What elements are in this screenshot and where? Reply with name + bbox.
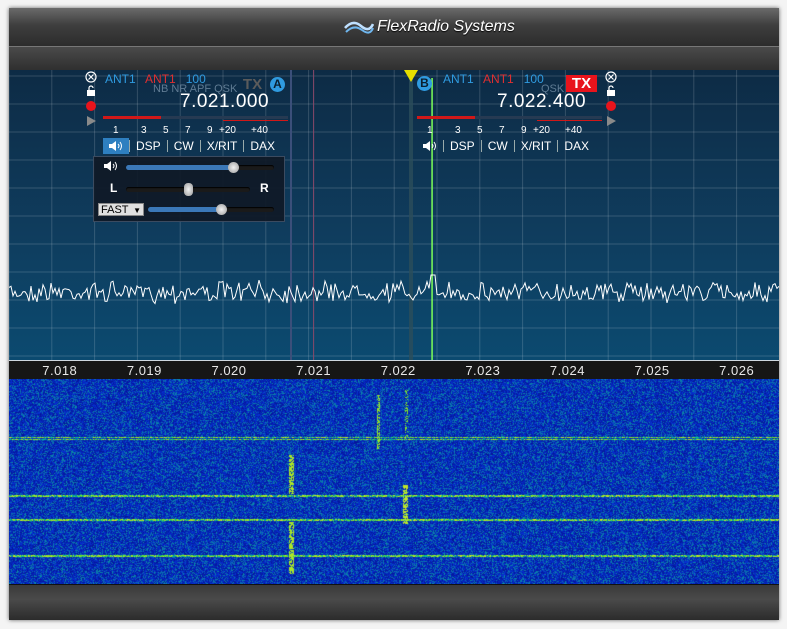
freq-tick-label: 7.018 bbox=[42, 363, 78, 378]
slice-a-flag[interactable]: ANT1 ANT1 100 NB NR APF QSK TX A 7.021.0… bbox=[83, 70, 293, 160]
tab-dax[interactable]: DAX bbox=[243, 140, 281, 152]
tab-cw[interactable]: CW bbox=[480, 140, 514, 152]
speaker-icon bbox=[423, 141, 436, 151]
status-bar bbox=[9, 584, 779, 620]
meter-scale-label: 5 bbox=[163, 125, 169, 136]
s-meter-over-scale bbox=[223, 120, 288, 121]
meter-scale-label: 7 bbox=[185, 125, 191, 136]
freq-tick-label: 7.024 bbox=[549, 363, 585, 378]
agc-mode-select[interactable]: FAST ▼ bbox=[98, 203, 144, 216]
freq-tick-label: 7.022 bbox=[380, 363, 416, 378]
s-meter-level bbox=[103, 116, 161, 119]
lock-icon[interactable] bbox=[85, 85, 97, 97]
audio-tab[interactable] bbox=[417, 138, 443, 154]
meter-scale-label: 9 bbox=[207, 125, 213, 136]
meter-scale-label: 3 bbox=[141, 125, 147, 136]
record-icon[interactable] bbox=[605, 100, 617, 112]
panadapter[interactable]: ANT1 ANT1 100 NB NR APF QSK TX A 7.021.0… bbox=[9, 70, 779, 360]
slice-b-flag[interactable]: B ANT1 ANT1 100 QSK TX 7.022.400 1 3 5 7… bbox=[413, 70, 623, 160]
meter-scale-label: 1 bbox=[113, 125, 119, 136]
speaker-icon[interactable] bbox=[103, 160, 119, 172]
rx-antenna[interactable]: ANT1 bbox=[443, 72, 474, 86]
frequency-scale[interactable]: 7.018 7.019 7.020 7.021 7.022 7.023 7.024 7.025… bbox=[9, 360, 779, 380]
meter-scale-label: 7 bbox=[499, 125, 505, 136]
meter-scale-label: +20 bbox=[219, 125, 236, 136]
slice-letter[interactable]: B bbox=[417, 76, 432, 91]
s-meter-level bbox=[417, 116, 475, 119]
close-icon[interactable] bbox=[85, 71, 97, 83]
frequency-readout[interactable]: 7.022.400 bbox=[497, 91, 586, 113]
speaker-icon bbox=[109, 141, 122, 151]
toolbar bbox=[9, 46, 779, 71]
frequency-readout[interactable]: 7.021.000 bbox=[180, 91, 269, 113]
volume-slider-fill bbox=[126, 165, 233, 170]
record-icon[interactable] bbox=[85, 100, 97, 112]
s-meter-scale: 1 3 5 7 9 +20 +40 bbox=[417, 125, 602, 137]
pan-slider-knob[interactable] bbox=[184, 183, 193, 196]
volume-slider-knob[interactable] bbox=[227, 162, 239, 173]
slice-tabs: DSP CW X/RIT DAX bbox=[103, 138, 281, 154]
tx-button[interactable]: TX bbox=[566, 75, 597, 92]
meter-scale-label: 5 bbox=[477, 125, 483, 136]
tab-dsp[interactable]: DSP bbox=[129, 140, 167, 152]
tab-xrit[interactable]: X/RIT bbox=[199, 140, 244, 152]
tab-cw[interactable]: CW bbox=[166, 140, 200, 152]
freq-tick-label: 7.023 bbox=[465, 363, 501, 378]
slice-tabs: DSP CW X/RIT DAX bbox=[417, 138, 595, 154]
freq-tick-label: 7.019 bbox=[126, 363, 162, 378]
audio-panel: L R FAST ▼ bbox=[93, 156, 285, 222]
audio-tab[interactable] bbox=[103, 138, 129, 154]
meter-scale-label: 3 bbox=[455, 125, 461, 136]
pan-left-label: L bbox=[110, 181, 118, 195]
tab-xrit[interactable]: X/RIT bbox=[513, 140, 558, 152]
agc-threshold-knob[interactable] bbox=[216, 204, 228, 215]
s-meter-over-scale bbox=[537, 120, 602, 121]
close-icon[interactable] bbox=[605, 71, 617, 83]
meter-scale-label: +40 bbox=[565, 125, 582, 136]
tx-antenna[interactable]: ANT1 bbox=[483, 72, 514, 86]
play-icon[interactable] bbox=[85, 115, 97, 127]
play-icon[interactable] bbox=[605, 115, 617, 127]
brand: FlexRadio Systems bbox=[344, 13, 515, 41]
meter-scale-label: +20 bbox=[533, 125, 550, 136]
s-meter-scale: 1 3 5 7 9 +20 +40 bbox=[103, 125, 288, 137]
freq-tick-label: 7.021 bbox=[296, 363, 332, 378]
lock-icon[interactable] bbox=[605, 85, 617, 97]
freq-tick-label: 7.026 bbox=[719, 363, 755, 378]
meter-scale-label: +40 bbox=[251, 125, 268, 136]
freq-tick-label: 7.025 bbox=[634, 363, 670, 378]
agc-threshold-fill bbox=[148, 207, 222, 212]
waterfall-display[interactable] bbox=[9, 379, 779, 584]
brand-name: FlexRadio Systems bbox=[377, 18, 515, 35]
slice-letter[interactable]: A bbox=[270, 77, 285, 92]
meter-scale-label: 9 bbox=[521, 125, 527, 136]
rx-antenna[interactable]: ANT1 bbox=[105, 72, 136, 86]
title-bar: FlexRadio Systems bbox=[9, 8, 779, 46]
meter-scale-label: 1 bbox=[427, 125, 433, 136]
chevron-down-icon: ▼ bbox=[133, 206, 141, 215]
agc-mode-value: FAST bbox=[101, 204, 129, 216]
flexradio-logo-icon bbox=[344, 21, 374, 34]
pan-right-label: R bbox=[260, 181, 269, 195]
tab-dax[interactable]: DAX bbox=[557, 140, 595, 152]
tab-dsp[interactable]: DSP bbox=[443, 140, 481, 152]
app-window: FlexRadio Systems ANT1 ANT1 100 NB NR AP… bbox=[9, 8, 779, 620]
freq-tick-label: 7.020 bbox=[211, 363, 247, 378]
waterfall-canvas[interactable] bbox=[9, 379, 779, 584]
